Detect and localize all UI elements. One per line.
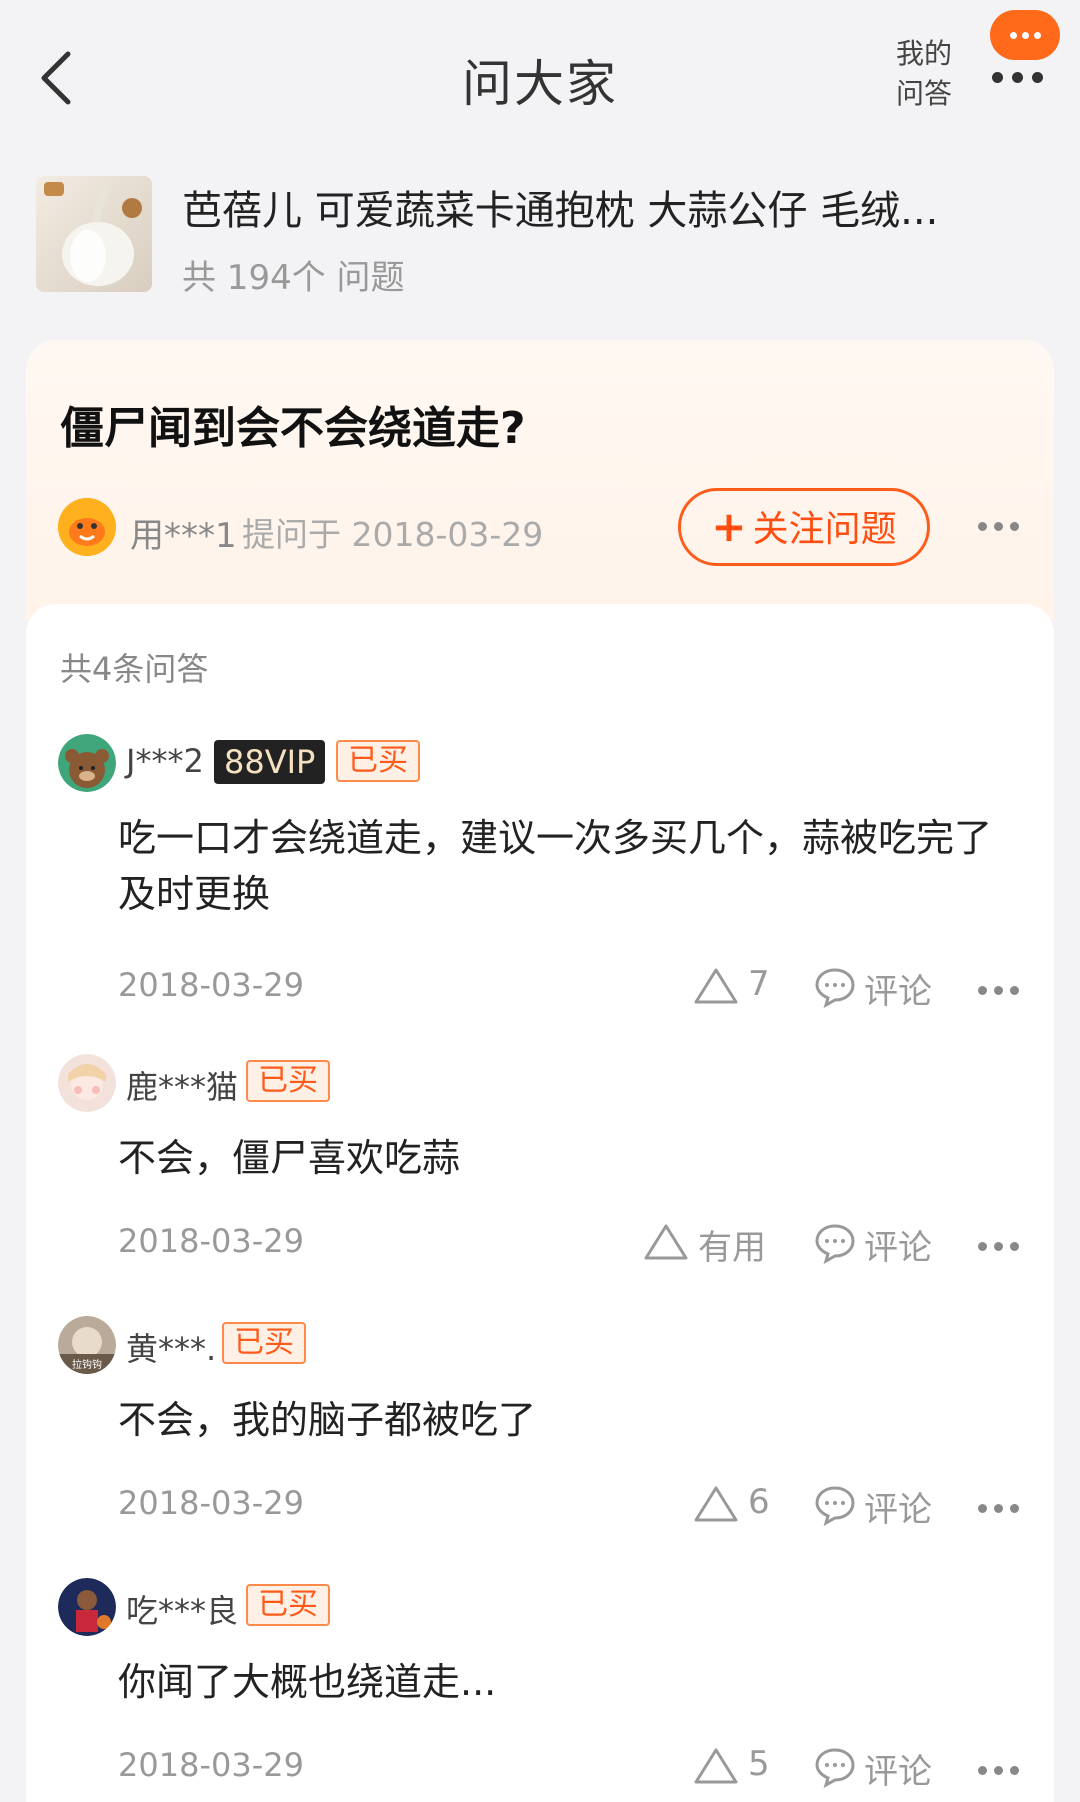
vip-badge: 88VIP: [214, 740, 326, 784]
answer-date: 2018-03-29: [118, 1484, 304, 1522]
answer-text: 你闻了大概也绕道走...: [118, 1660, 497, 1704]
comment-label: 评论: [864, 1752, 932, 1792]
answer-date: 2018-03-29: [118, 966, 304, 1004]
answerer-name: 吃***良: [126, 1592, 239, 1630]
bought-badge: 已买: [246, 1060, 330, 1102]
like-count: 5: [748, 1744, 770, 1784]
answer-more-button[interactable]: [978, 1238, 1022, 1254]
answer-item: J***2 88VIP 已买 吃一口才会绕道走，建议一次多买几个，蒜被吃完了及时…: [26, 734, 1054, 1012]
answer-text: 不会，我的脑子都被吃了: [118, 1398, 537, 1442]
answerer-avatar[interactable]: [58, 734, 116, 792]
product-thumbnail: [36, 176, 152, 292]
answerer-name: 黄***.: [126, 1330, 217, 1368]
answerer-avatar[interactable]: [58, 1054, 116, 1112]
question-card: 僵尸闻到会不会绕道走? 用***1 提问于 2018-03-29 + 关注问题: [26, 340, 1054, 620]
like-triangle-icon: [644, 1224, 688, 1260]
comment-button[interactable]: 评论: [814, 962, 944, 1012]
like-triangle-icon: [694, 1486, 738, 1522]
question-more-button[interactable]: [978, 518, 1022, 534]
like-button[interactable]: 5: [692, 1742, 792, 1792]
bought-badge: 已买: [246, 1584, 330, 1626]
like-button[interactable]: 7: [692, 962, 792, 1012]
answer-item: 鹿***猫 已买 不会，僵尸喜欢吃蒜 2018-03-29 有用 评论: [26, 1054, 1054, 1268]
my-qa-label-line1: 我的: [895, 37, 952, 70]
follow-label: 关注问题: [752, 509, 897, 550]
like-count: 6: [748, 1482, 770, 1522]
like-triangle-icon: [694, 1748, 738, 1784]
plus-icon: +: [711, 502, 747, 551]
more-menu-button[interactable]: [992, 66, 1046, 86]
comment-bubble-icon: [815, 1748, 855, 1788]
like-count: 7: [748, 964, 770, 1004]
asked-date: 提问于 2018-03-29: [242, 515, 544, 554]
comment-bubble-icon: [815, 1224, 855, 1264]
answerer-avatar[interactable]: 拉钩钩: [58, 1316, 116, 1374]
product-summary[interactable]: 芭蓓儿 可爱蔬菜卡通抱枕 大蒜公仔 毛绒... 共 194个 问题: [36, 176, 1056, 298]
avatar-caption: 拉钩钩: [72, 1358, 102, 1371]
message-bubble-icon[interactable]: [990, 10, 1060, 60]
comment-label: 评论: [864, 1228, 932, 1268]
useful-label: 有用: [698, 1228, 766, 1268]
comment-button[interactable]: 评论: [814, 1480, 944, 1530]
answer-more-button[interactable]: [978, 1500, 1022, 1516]
comment-button[interactable]: 评论: [814, 1742, 944, 1792]
answer-item: 拉钩钩 黄***. 已买 不会，我的脑子都被吃了 2018-03-29 6 评论: [26, 1316, 1054, 1530]
comment-button[interactable]: 评论: [814, 1218, 944, 1268]
like-button[interactable]: 6: [692, 1480, 792, 1530]
like-triangle-icon: [694, 968, 738, 1004]
answer-more-button[interactable]: [978, 982, 1022, 998]
follow-question-button[interactable]: + 关注问题: [678, 488, 930, 566]
product-title: 芭蓓儿 可爱蔬菜卡通抱枕 大蒜公仔 毛绒...: [182, 188, 939, 234]
comment-bubble-icon: [815, 968, 855, 1008]
answerer-name: 鹿***猫: [126, 1068, 239, 1106]
answer-item: 吃***良 已买 你闻了大概也绕道走... 2018-03-29 5 评论: [26, 1578, 1054, 1798]
asker-avatar[interactable]: [58, 498, 116, 556]
answer-more-button[interactable]: [978, 1762, 1022, 1778]
answers-panel: 共4条问答 J***2 88VIP 已买 吃一口才会绕道走，建议一次多买几个，蒜…: [26, 604, 1054, 1802]
question-title: 僵尸闻到会不会绕道走?: [60, 403, 526, 454]
asker-name: 用***1: [130, 516, 237, 556]
answer-text: 不会，僵尸喜欢吃蒜: [118, 1136, 461, 1180]
comment-label: 评论: [864, 972, 932, 1012]
comment-bubble-icon: [815, 1486, 855, 1526]
bought-badge: 已买: [336, 740, 420, 782]
answer-date: 2018-03-29: [118, 1222, 304, 1260]
question-count: 共 194个 问题: [182, 258, 405, 298]
answerer-avatar[interactable]: [58, 1578, 116, 1636]
answer-count: 共4条问答: [60, 650, 209, 688]
answerer-name: J***2: [126, 742, 204, 780]
comment-label: 评论: [864, 1490, 932, 1530]
my-qa-label-line2: 问答: [895, 77, 952, 110]
top-nav-bar: 问大家 我的 问答: [0, 0, 1080, 150]
my-qa-link[interactable]: 我的 问答: [888, 34, 960, 114]
answer-text: 吃一口才会绕道走，建议一次多买几个，蒜被吃完了及时更换: [118, 816, 993, 916]
bought-badge: 已买: [222, 1322, 306, 1364]
answer-date: 2018-03-29: [118, 1746, 304, 1784]
useful-button[interactable]: 有用: [642, 1218, 792, 1268]
